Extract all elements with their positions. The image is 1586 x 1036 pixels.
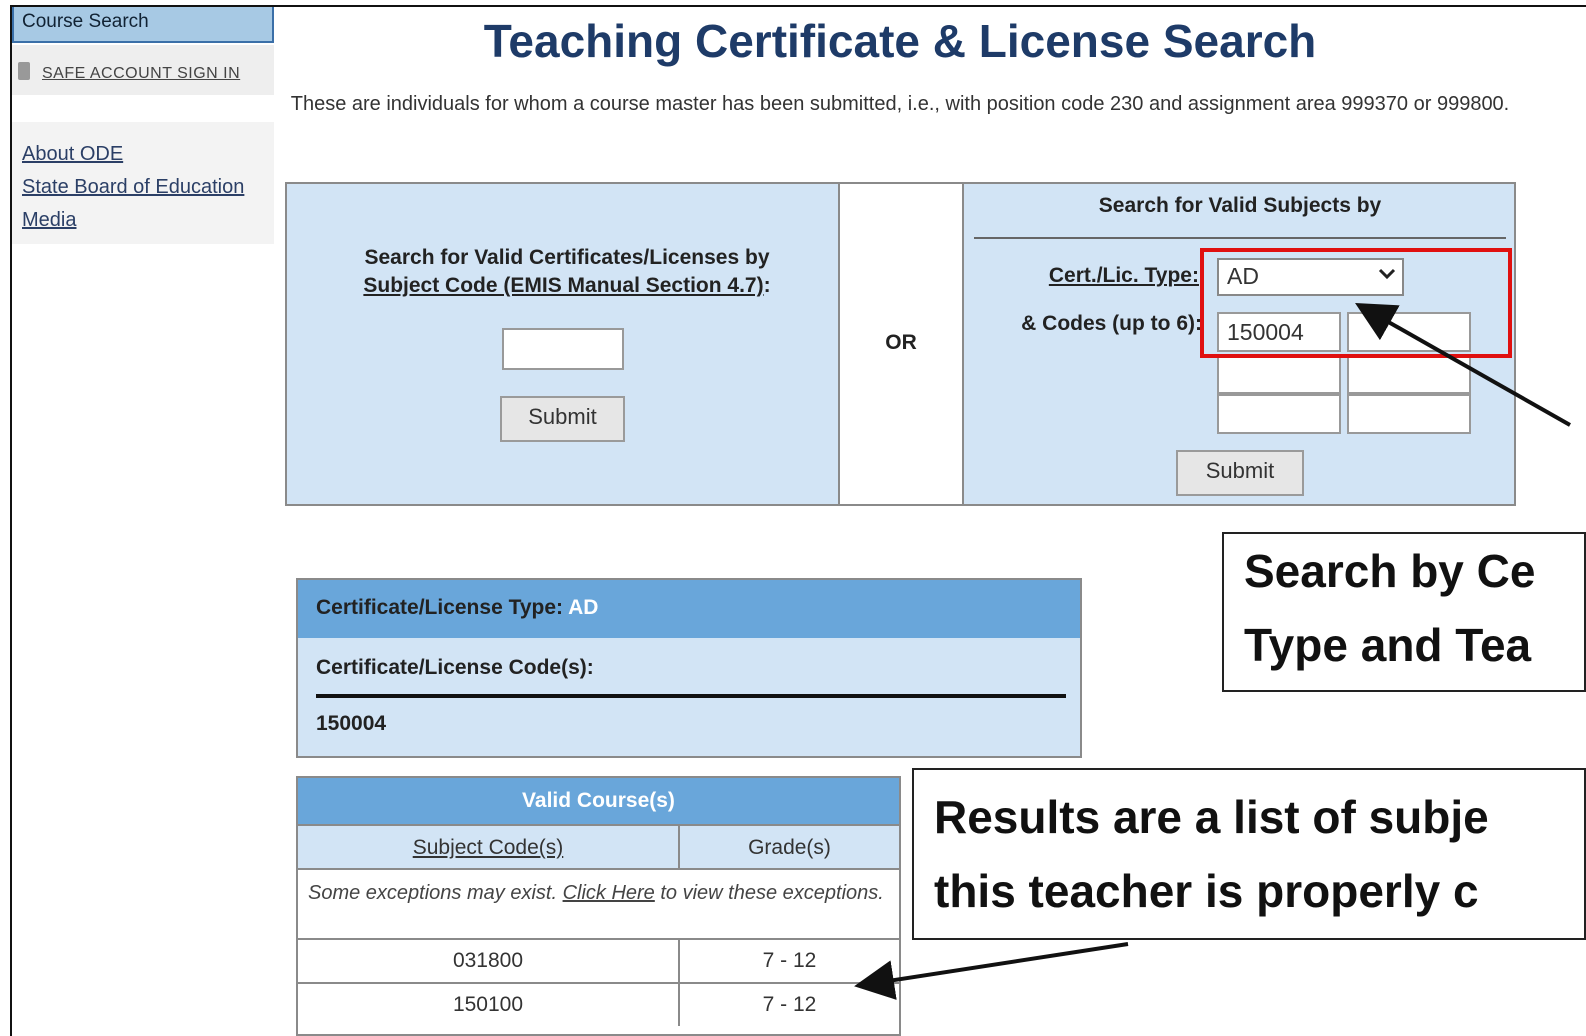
arrow-to-cert-select <box>1355 303 1571 427</box>
arrow-to-results-row <box>854 942 1129 1000</box>
annotation-arrows <box>854 303 1571 1000</box>
